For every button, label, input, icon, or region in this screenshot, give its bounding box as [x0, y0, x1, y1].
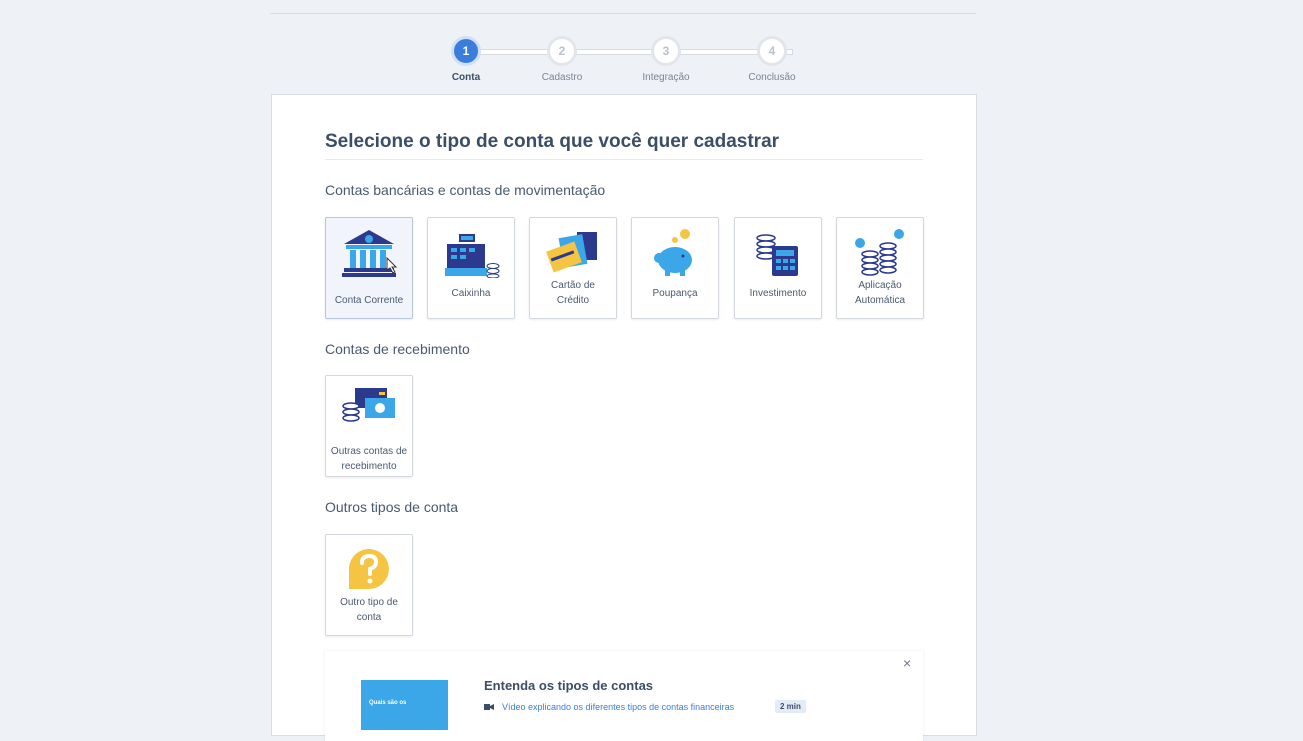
thumbnail-text: Quais são os: [369, 700, 407, 706]
bank-icon: [342, 230, 398, 277]
tile-label: Outras contas de recebimento: [330, 446, 408, 472]
info-box: Quais são os Entenda os tipos de contas …: [325, 651, 923, 741]
step-conta[interactable]: 1 Conta: [426, 36, 506, 83]
video-camera-icon: [484, 704, 494, 710]
step-number: 1: [451, 36, 481, 66]
title-divider: [325, 159, 923, 160]
step-label: Conclusão: [748, 72, 796, 83]
calculator-coins-icon: [756, 234, 798, 276]
tile-aplicacao-automatica[interactable]: Aplicação Automática: [836, 217, 924, 319]
step-label: Cadastro: [541, 72, 583, 83]
video-link[interactable]: Vídeo explicando os diferentes tipos de …: [502, 702, 734, 712]
tile-label: Conta Corrente: [334, 295, 404, 306]
step-number: 3: [651, 36, 681, 66]
cash-register-icon: [445, 234, 500, 278]
tile-investimento[interactable]: Investimento: [734, 217, 822, 319]
tile-poupanca[interactable]: Poupança: [631, 217, 719, 319]
video-thumbnail[interactable]: Quais são os: [361, 680, 448, 730]
step-cadastro[interactable]: 2 Cadastro: [522, 36, 602, 83]
tile-label: Caixinha: [451, 288, 491, 299]
step-conclusao[interactable]: 4 Conclusão: [732, 36, 812, 83]
progress-stepper: 1 Conta 2 Cadastro 3 Integração 4 Conclu…: [430, 36, 810, 90]
tile-label: Aplicação Automática: [854, 280, 906, 306]
section-label-banking: Contas bancárias e contas de movimentaçã…: [325, 182, 606, 198]
step-label: Integração: [642, 72, 690, 83]
piggy-bank-icon: [654, 229, 692, 276]
step-number: 4: [757, 36, 787, 66]
top-divider: [270, 13, 976, 14]
receiving-card-icon: [342, 388, 395, 422]
section-label-receiving: Contas de recebimento: [325, 341, 470, 357]
tile-caixinha[interactable]: Caixinha: [427, 217, 515, 319]
credit-cards-icon: [546, 232, 597, 273]
question-bubble-icon: [349, 549, 389, 589]
step-integracao[interactable]: 3 Integração: [626, 36, 706, 83]
tile-label: Investimento: [749, 288, 807, 299]
tile-conta-corrente[interactable]: Conta Corrente: [325, 217, 413, 319]
auto-coins-icon: [855, 229, 904, 276]
duration-badge: 2 min: [775, 700, 806, 713]
info-title: Entenda os tipos de contas: [484, 678, 654, 693]
account-type-panel: Selecione o tipo de conta que você quer …: [271, 94, 977, 741]
tile-label: Cartão de Crédito: [551, 280, 595, 306]
tile-cartao-de-credito[interactable]: Cartão de Crédito: [529, 217, 617, 319]
page-title: Selecione o tipo de conta que você quer …: [325, 131, 780, 152]
tile-outro-tipo-de-conta[interactable]: Outro tipo de conta: [325, 534, 413, 636]
step-label: Conta: [451, 72, 481, 83]
tile-label: Poupança: [652, 288, 698, 299]
section-label-other: Outros tipos de conta: [325, 499, 459, 515]
tile-label: Outro tipo de conta: [340, 597, 398, 623]
close-icon[interactable]: ×: [903, 655, 911, 671]
tile-outras-contas-de-recebimento[interactable]: Outras contas de recebimento: [325, 375, 413, 477]
step-number: 2: [547, 36, 577, 66]
